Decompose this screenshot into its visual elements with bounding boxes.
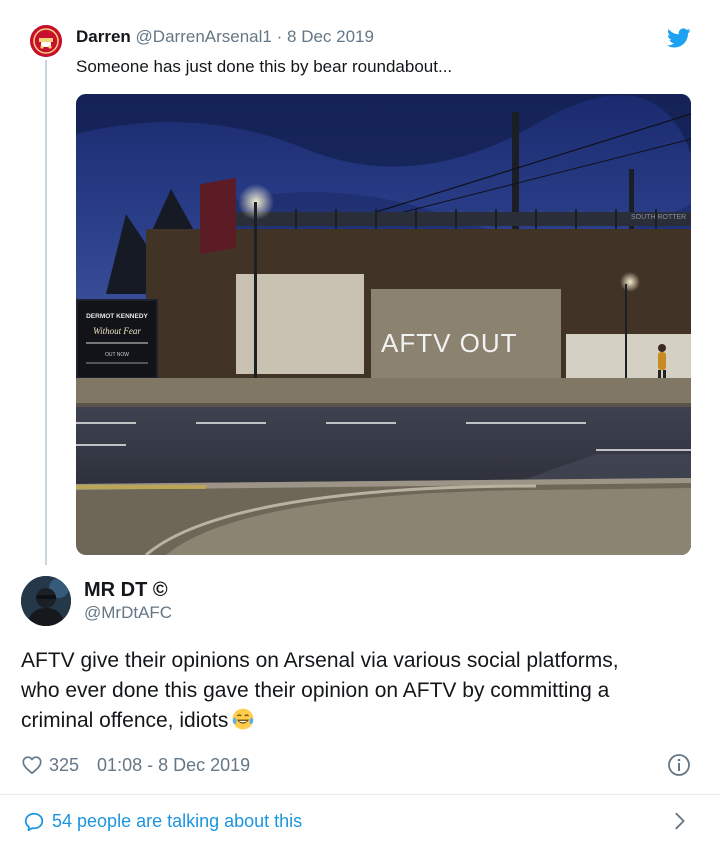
speech-bubble-icon xyxy=(24,812,44,832)
quoted-tweet-photo[interactable]: SOUTH ROTTER AFTV OUT DERMOT KENNEDY Wit… xyxy=(76,94,691,555)
quoted-author-handle[interactable]: @DarrenArsenal1 xyxy=(136,27,272,46)
quoted-author-name[interactable]: Darren xyxy=(76,27,131,46)
poster-signature: Without Fear xyxy=(93,326,141,336)
info-icon[interactable] xyxy=(667,753,691,777)
conversation-link[interactable]: 54 people are talking about this xyxy=(52,810,302,832)
aftv-out-graffiti: AFTV OUT xyxy=(381,328,518,358)
main-tweet-text: AFTV give their opinions on Arsenal via … xyxy=(21,646,701,736)
user-photo-icon xyxy=(21,576,71,626)
chevron-right-icon[interactable] xyxy=(669,810,691,832)
tweet-text-line: who ever done this gave their opinion on… xyxy=(21,679,610,702)
header-separator: · xyxy=(276,27,283,46)
heart-icon[interactable] xyxy=(21,754,43,776)
quoted-tweet-header: Darren @DarrenArsenal1 · 8 Dec 2019 xyxy=(76,27,374,47)
thread-connector-line xyxy=(45,60,47,565)
quoted-tweet-date[interactable]: 8 Dec 2019 xyxy=(287,27,374,46)
tweet-text-line: AFTV give their opinions on Arsenal via … xyxy=(21,649,619,672)
twitter-bird-icon[interactable] xyxy=(667,26,691,50)
mrdt-avatar[interactable] xyxy=(21,576,71,626)
tears-of-joy-emoji-icon xyxy=(232,708,254,730)
poster-title: DERMOT KENNEDY xyxy=(86,313,148,320)
main-author-name[interactable]: MR DT © xyxy=(84,578,168,602)
tweet-text-line-last: criminal offence, idiots xyxy=(21,706,701,736)
main-author-handle[interactable]: @MrDtAFC xyxy=(84,603,172,623)
like-count[interactable]: 325 xyxy=(49,755,79,776)
tweet-meta-row: 325 01:08 - 8 Dec 2019 xyxy=(21,752,250,778)
conversation-row[interactable]: 54 people are talking about this xyxy=(0,795,720,847)
arsenal-crest-icon xyxy=(30,25,62,57)
tweet-timestamp[interactable]: 01:08 - 8 Dec 2019 xyxy=(97,755,250,776)
quoted-tweet-text: Someone has just done this by bear round… xyxy=(76,57,453,76)
bridge-sign-text: SOUTH ROTTER xyxy=(631,214,686,221)
darren-avatar[interactable] xyxy=(30,25,62,57)
night-street-photo: SOUTH ROTTER AFTV OUT DERMOT KENNEDY Wit… xyxy=(76,94,691,555)
poster-cta: OUT NOW xyxy=(105,352,129,358)
tweet-text-line: criminal offence, idiots xyxy=(21,709,229,732)
